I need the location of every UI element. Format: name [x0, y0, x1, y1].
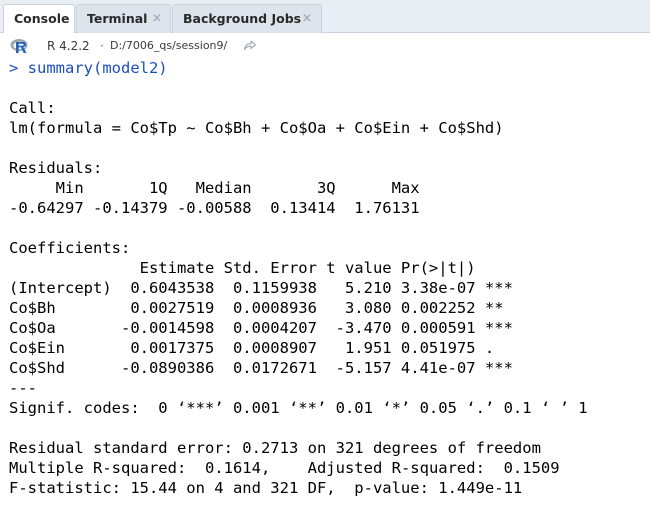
working-directory-bar: R 4.2.2 · D:/7006_qs/session9/ — [0, 33, 650, 58]
close-icon[interactable]: × — [301, 5, 313, 32]
console-line: (Intercept) 0.6043538 0.1159938 5.210 3.… — [9, 279, 513, 297]
console-line: --- — [9, 379, 37, 397]
console-command-line: > summary(model2) — [9, 59, 168, 77]
console-line: F-statistic: 15.44 on 4 and 321 DF, p-va… — [9, 479, 523, 497]
tab-background-jobs[interactable]: Background Jobs × — [172, 4, 322, 33]
tab-background-jobs-label: Background Jobs — [183, 11, 302, 26]
console-line: Multiple R-squared: 0.1614, Adjusted R-s… — [9, 459, 569, 477]
console-line: Co$Shd -0.0890386 0.0172671 -5.157 4.41e… — [9, 359, 513, 377]
r-logo-icon — [10, 39, 28, 53]
console-line: Call: — [9, 99, 56, 117]
console-line: Co$Bh 0.0027519 0.0008936 3.080 0.002252… — [9, 299, 513, 317]
console-line: Coefficients: — [9, 239, 131, 257]
tab-terminal-label: Terminal — [87, 11, 148, 26]
go-to-directory-icon[interactable] — [243, 39, 257, 51]
console-line: Min 1Q Median 3Q Max — [9, 179, 429, 197]
tab-console[interactable]: Console — [3, 4, 75, 34]
path-separator: · — [100, 39, 104, 53]
console-line: lm(formula = Co$Tp ~ Co$Bh + Co$Oa + Co$… — [9, 119, 504, 137]
close-icon[interactable]: × — [151, 5, 163, 32]
console-line: Residuals: — [9, 159, 103, 177]
tab-console-label: Console — [14, 11, 70, 26]
console-line: Residual standard error: 0.2713 on 321 d… — [9, 439, 541, 457]
console-line: Signif. codes: 0 ‘***’ 0.001 ‘**’ 0.01 ‘… — [9, 399, 588, 417]
console-line: Co$Ein 0.0017375 0.0008907 1.951 0.05197… — [9, 339, 513, 357]
console-line: Estimate Std. Error t value Pr(>|t|) — [9, 259, 513, 277]
console-output[interactable]: > summary(model2) Call: lm(formula = Co$… — [0, 58, 650, 515]
pane-tab-bar: Console Terminal × Background Jobs × — [0, 0, 650, 34]
tab-terminal[interactable]: Terminal × — [76, 4, 171, 33]
r-version: R 4.2.2 — [47, 39, 90, 53]
console-line: Co$Oa -0.0014598 0.0004207 -3.470 0.0005… — [9, 319, 513, 337]
console-line: -0.64297 -0.14379 -0.00588 0.13414 1.761… — [9, 199, 429, 217]
working-directory-path: D:/7006_qs/session9/ — [110, 39, 228, 52]
